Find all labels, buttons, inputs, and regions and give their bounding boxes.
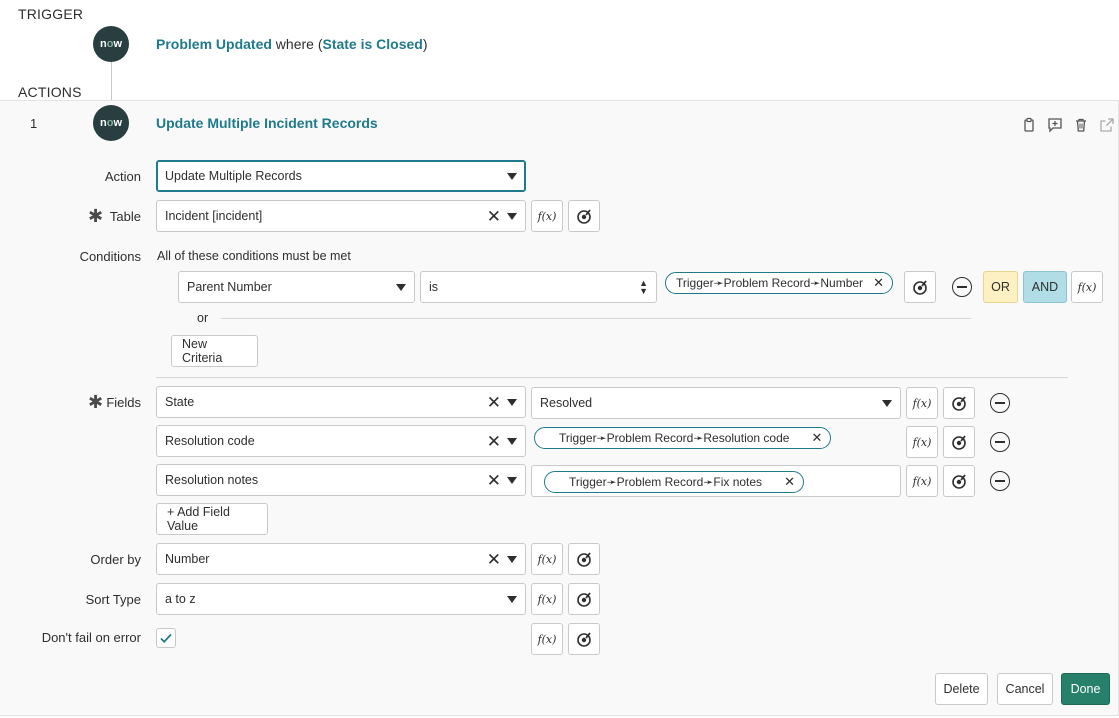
dont-fail-label: Don't fail on error: [41, 630, 141, 645]
field-value-pill[interactable]: Trigger➛Problem Record➛Resolution code ✕: [534, 427, 832, 449]
condition-operator-select[interactable]: is ▲ ▼: [420, 271, 657, 303]
order-by-select[interactable]: Number ✕: [156, 543, 526, 575]
data-pill-picker-button[interactable]: [568, 583, 600, 615]
fields-label: Fields: [106, 395, 141, 410]
delete-button[interactable]: Delete: [935, 673, 988, 705]
data-pill-picker-button[interactable]: [568, 543, 600, 575]
add-field-value-button[interactable]: + Add Field Value: [156, 503, 268, 535]
or-button[interactable]: OR: [983, 271, 1018, 303]
conditions-label: Conditions: [79, 249, 141, 264]
chevron-down-icon: [507, 398, 517, 406]
fx-button[interactable]: f(x): [531, 200, 563, 232]
clear-icon[interactable]: ✕: [487, 394, 501, 411]
dont-fail-checkbox[interactable]: [156, 628, 176, 648]
fx-button[interactable]: f(x): [906, 465, 938, 497]
field-value-select[interactable]: Resolved: [531, 387, 901, 419]
field-value-pill[interactable]: Trigger➛Problem Record➛Fix notes ✕: [544, 471, 804, 493]
data-pill-picker-button[interactable]: [568, 200, 600, 232]
sort-type-select[interactable]: a to z: [156, 583, 526, 615]
data-pill-icon: [577, 592, 591, 607]
clear-icon[interactable]: ✕: [487, 208, 501, 225]
data-pill-picker-button[interactable]: [943, 387, 975, 419]
remove-field-icon[interactable]: [990, 432, 1010, 452]
chevron-down-icon: [507, 476, 517, 484]
servicenow-logo: now: [93, 26, 129, 62]
remove-pill-icon[interactable]: ✕: [811, 430, 822, 446]
field-name-select[interactable]: Resolution notes ✕: [156, 464, 526, 496]
fx-button[interactable]: f(x): [531, 543, 563, 575]
trigger-section-label: TRIGGER: [18, 6, 84, 22]
chevron-down-icon: [507, 212, 517, 220]
remove-condition-icon[interactable]: [952, 277, 972, 297]
remove-field-icon[interactable]: [990, 393, 1010, 413]
chevron-down-icon: [507, 437, 517, 445]
remove-field-icon[interactable]: [990, 471, 1010, 491]
clear-icon[interactable]: ✕: [487, 551, 501, 568]
remove-pill-icon[interactable]: ✕: [873, 275, 884, 291]
chevron-down-icon: [396, 283, 406, 291]
data-pill-picker-button[interactable]: [943, 465, 975, 497]
open-external-icon[interactable]: [1099, 117, 1115, 133]
action-label: Action: [104, 169, 141, 184]
action-number: 1: [30, 116, 38, 131]
data-pill-icon: [913, 280, 927, 295]
field-name-select[interactable]: Resolution code ✕: [156, 425, 526, 457]
section-divider: [156, 377, 1068, 378]
trigger-where-text: where (: [275, 36, 323, 52]
trigger-close-paren: ): [422, 36, 428, 52]
fx-button[interactable]: f(x): [906, 426, 938, 458]
data-pill-icon: [952, 435, 966, 450]
action-toolbar: [1021, 117, 1115, 133]
actions-section-label: ACTIONS: [18, 84, 82, 100]
new-criteria-button[interactable]: New Criteria: [171, 335, 258, 367]
data-pill-icon: [952, 396, 966, 411]
checkmark-icon: [160, 633, 172, 643]
clear-icon[interactable]: ✕: [487, 472, 501, 489]
trash-icon[interactable]: [1073, 117, 1089, 133]
chevron-down-icon: [507, 595, 517, 603]
cancel-button[interactable]: Cancel: [997, 673, 1053, 705]
fx-button[interactable]: f(x): [906, 387, 938, 419]
trigger-condition-link[interactable]: State is Closed: [322, 36, 422, 52]
or-separator-label: or: [197, 311, 209, 325]
trigger-summary: Problem Updated where (State is Closed): [156, 36, 428, 52]
chevron-down-icon: [882, 399, 892, 407]
table-label: Table: [109, 209, 141, 224]
sort-type-label: Sort Type: [85, 592, 141, 607]
servicenow-logo: now: [93, 105, 129, 141]
action-select[interactable]: Update Multiple Records: [156, 160, 526, 192]
trigger-link[interactable]: Problem Updated: [156, 36, 272, 52]
data-pill-icon: [577, 552, 591, 567]
data-pill-picker-button[interactable]: [904, 271, 936, 303]
fx-button[interactable]: f(x): [1071, 271, 1103, 303]
data-pill-picker-button[interactable]: [943, 426, 975, 458]
fx-button[interactable]: f(x): [531, 623, 563, 655]
action-title[interactable]: Update Multiple Incident Records: [156, 115, 378, 131]
done-button[interactable]: Done: [1061, 673, 1110, 705]
chevron-down-icon: [507, 172, 517, 180]
copy-icon[interactable]: [1021, 117, 1037, 133]
condition-value-pill[interactable]: Trigger➛Problem Record➛Number ✕: [665, 272, 893, 294]
and-button[interactable]: AND: [1023, 271, 1067, 303]
add-comment-icon[interactable]: [1047, 117, 1063, 133]
table-select[interactable]: Incident [incident] ✕: [156, 200, 526, 232]
remove-pill-icon[interactable]: ✕: [784, 474, 795, 490]
condition-field-select[interactable]: Parent Number: [178, 271, 415, 303]
clear-icon[interactable]: ✕: [487, 433, 501, 450]
chevron-down-icon: [507, 555, 517, 563]
order-by-label: Order by: [90, 552, 141, 567]
or-separator-line: [221, 318, 971, 319]
fx-button[interactable]: f(x): [531, 583, 563, 615]
data-pill-icon: [577, 632, 591, 647]
conditions-hint: All of these conditions must be met: [157, 249, 351, 263]
data-pill-icon: [577, 209, 591, 224]
data-pill-picker-button[interactable]: [568, 623, 600, 655]
updown-icon: ▲ ▼: [639, 278, 648, 296]
data-pill-icon: [952, 474, 966, 489]
field-name-select[interactable]: State ✕: [156, 386, 526, 418]
